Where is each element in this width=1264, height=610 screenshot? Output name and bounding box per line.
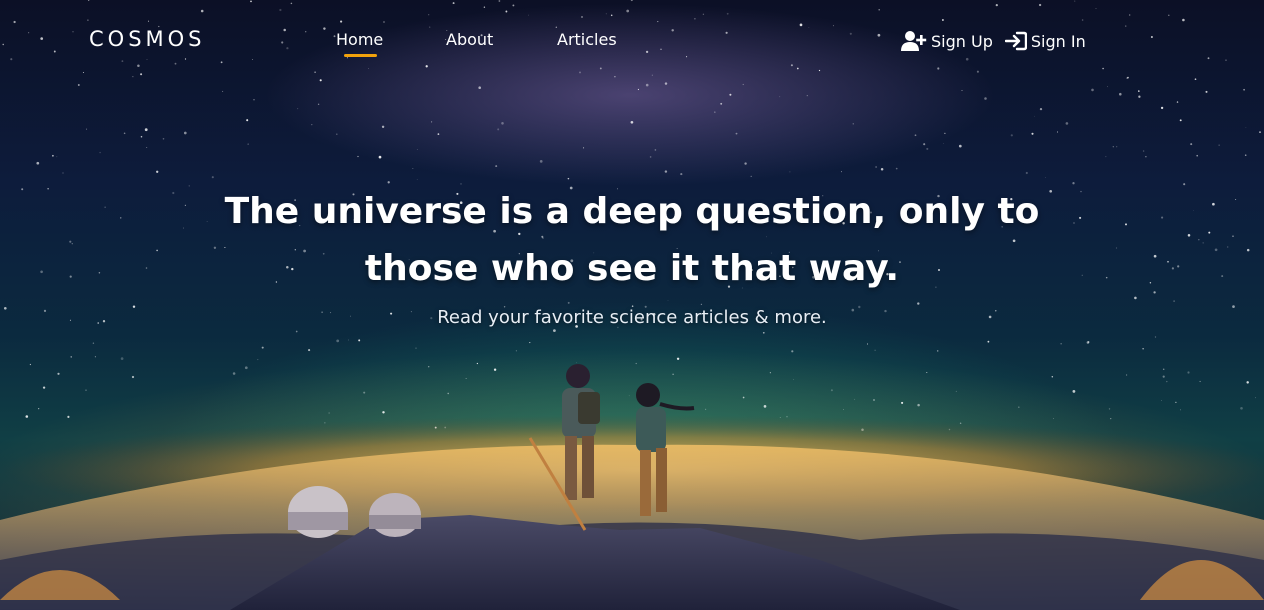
auth-links: Sign Up Sign In bbox=[901, 30, 1086, 52]
sign-in-icon bbox=[1004, 31, 1027, 51]
sign-in-button[interactable]: Sign In bbox=[1004, 31, 1086, 51]
hero-headline-line-1: The universe is a deep question, only to bbox=[224, 191, 1040, 232]
nav-link-about-label: About bbox=[446, 30, 494, 49]
hero-section: COSMOS Home About Articles Sign Up Sign … bbox=[0, 0, 1264, 610]
nav-link-home-label: Home bbox=[336, 30, 384, 49]
active-indicator bbox=[344, 54, 377, 57]
sign-in-label: Sign In bbox=[1030, 31, 1086, 51]
landscape-illustration bbox=[0, 364, 1264, 610]
nav-link-articles[interactable]: Articles bbox=[557, 30, 617, 49]
nav-link-articles-label: Articles bbox=[557, 30, 617, 49]
nav-link-home[interactable]: Home bbox=[336, 30, 384, 57]
user-plus-icon bbox=[901, 31, 927, 51]
nav-link-about[interactable]: About bbox=[446, 30, 493, 49]
sign-up-button[interactable]: Sign Up bbox=[901, 30, 993, 52]
hero-headline: The universe is a deep question, only to… bbox=[0, 183, 1264, 297]
brand-logo[interactable]: COSMOS bbox=[89, 27, 206, 51]
sign-up-label: Sign Up bbox=[931, 31, 993, 51]
hero-headline-line-2: those who see it that way. bbox=[364, 248, 900, 289]
hero-subheading: Read your favorite science articles & mo… bbox=[437, 307, 827, 328]
